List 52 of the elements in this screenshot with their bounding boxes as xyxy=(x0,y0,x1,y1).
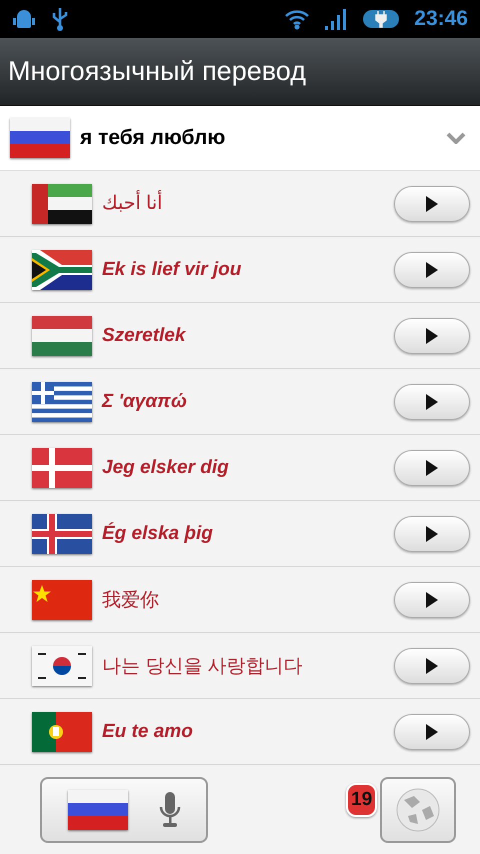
flag-icon xyxy=(32,184,92,224)
play-button[interactable] xyxy=(394,648,470,684)
microphone-icon xyxy=(158,790,180,828)
play-icon xyxy=(425,260,439,278)
clock: 23:46 xyxy=(414,7,468,31)
source-language-selector[interactable]: я тебя люблю xyxy=(0,106,480,171)
translation-text: Ég elska þig xyxy=(102,522,214,544)
flag-icon xyxy=(32,250,92,290)
translation-text: 我爱你 xyxy=(102,588,160,612)
flag-icon xyxy=(32,448,92,488)
usb-icon xyxy=(50,6,70,32)
flag-icon xyxy=(32,646,92,686)
translation-text: Ek is lief vir jou xyxy=(102,258,242,280)
translation-text: أنا أحبك xyxy=(102,192,384,215)
translation-text: Eu te amo xyxy=(102,720,194,742)
play-icon xyxy=(425,194,439,212)
play-button[interactable] xyxy=(394,714,470,750)
wifi-icon xyxy=(284,8,310,30)
flag-icon xyxy=(32,514,92,554)
flag-icon xyxy=(32,316,92,356)
play-icon xyxy=(425,722,439,740)
source-phrase: я тебя люблю xyxy=(80,126,226,150)
translation-text: Σ 'αγαπώ xyxy=(102,390,188,412)
translation-text: Jeg elsker dig xyxy=(102,456,230,478)
app-title: Многоязычный перевод xyxy=(8,56,306,87)
play-icon xyxy=(425,392,439,410)
play-icon xyxy=(425,656,439,674)
globe-icon xyxy=(394,786,442,834)
voice-input-button[interactable] xyxy=(40,776,208,842)
play-button[interactable] xyxy=(394,252,470,288)
play-button[interactable] xyxy=(394,384,470,420)
globe-button[interactable] xyxy=(380,776,456,842)
play-button[interactable] xyxy=(394,186,470,222)
flag-icon xyxy=(32,382,92,422)
battery-charging-icon xyxy=(362,8,400,30)
translation-text: 나는 당신을 사랑합니다 xyxy=(102,654,304,678)
translation-text: Szeretlek xyxy=(102,324,187,346)
play-button[interactable] xyxy=(394,450,470,486)
play-icon xyxy=(425,458,439,476)
play-icon xyxy=(425,590,439,608)
play-button[interactable] xyxy=(394,516,470,552)
flag-icon xyxy=(10,118,70,158)
flag-icon xyxy=(32,580,92,620)
flag-icon xyxy=(32,712,92,752)
flag-icon xyxy=(68,790,128,830)
signal-icon xyxy=(324,7,348,31)
play-icon xyxy=(425,524,439,542)
play-button[interactable] xyxy=(394,318,470,354)
play-button[interactable] xyxy=(394,582,470,618)
chevron-down-icon xyxy=(446,132,466,144)
count-badge: 19 xyxy=(346,782,378,816)
play-icon xyxy=(425,326,439,344)
